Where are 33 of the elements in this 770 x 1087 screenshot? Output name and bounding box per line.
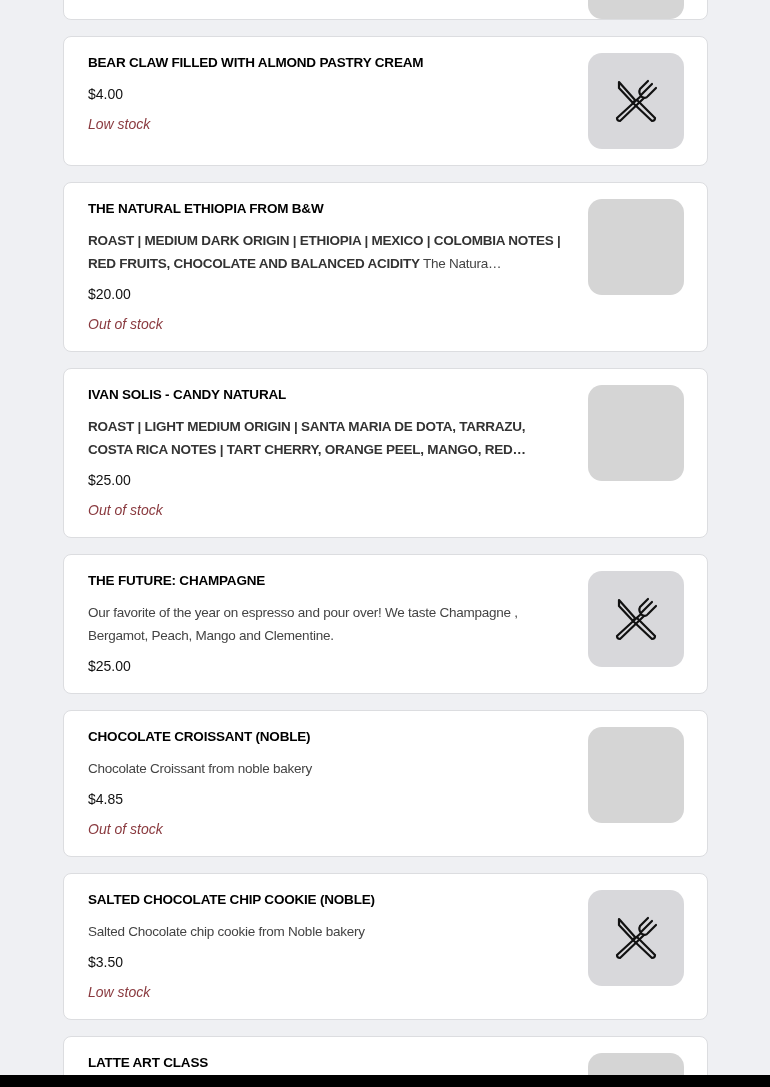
item-card[interactable]: LATTE ART CLASS — [63, 1036, 708, 1075]
fork-knife-icon — [614, 916, 658, 960]
item-price: $4.00 — [88, 85, 125, 104]
item-card[interactable]: IVAN SOLIS - CANDY NATURAL ROAST | LIGHT MEDIUM ORIGIN | SANTA MARIA DE DOTA, TARRAZU, COSTA RICA NOTES | TART CHERRY, ORANGE PEEL, MANGO, RED… $25.00 Out of stock — [63, 368, 708, 538]
item-description: Salted Chocolate chip cookie from Noble bakery — [88, 923, 366, 941]
item-price: $25.00 — [88, 471, 132, 490]
item-description: ROAST | MEDIUM DARK ORIGIN | ETHIOPIA | MEXICO | COLOMBIA NOTES | RED FRUITS, CHOCOLATE AND BALANCED ACIDITY The Natura… — [88, 232, 562, 273]
stock-status: Out of stock — [88, 820, 164, 839]
item-title: BEAR CLAW FILLED WITH ALMOND PASTRY CREAM — [88, 54, 425, 72]
item-description: Our favorite of the year on espresso and pour over! We taste Champagne , Bergamot, Peach, Mango and Clementine. — [88, 604, 519, 645]
item-price: $25.00 — [88, 657, 132, 676]
item-price: $20.00 — [88, 285, 132, 304]
item-description: ROAST | LIGHT MEDIUM ORIGIN | SANTA MARIA DE DOTA, TARRAZU, COSTA RICA NOTES | TART CHERRY, ORANGE PEEL, MANGO, RED… — [88, 418, 527, 459]
item-title: THE FUTURE: CHAMPAGNE — [88, 572, 267, 590]
item-title: CHOCOLATE CROISSANT (NOBLE) — [88, 728, 312, 746]
fork-knife-icon — [614, 597, 658, 641]
item-title: THE NATURAL ETHIOPIA FROM B&W — [88, 200, 325, 218]
item-title: SALTED CHOCOLATE CHIP COOKIE (NOBLE) — [88, 891, 376, 909]
item-card[interactable]: BEAR CLAW FILLED WITH ALMOND PASTRY CREAM $4.00 Low stock — [63, 36, 708, 166]
stock-status: Out of stock — [88, 315, 164, 334]
stock-status: Out of stock — [88, 501, 164, 520]
item-card[interactable]: THE FUTURE: CHAMPAGNE Our favorite of the year on espresso and pour over! We taste Champagne , Bergamot, Peach, Mango and Clementine. $25.00 — [63, 554, 708, 694]
item-title: LATTE ART CLASS — [88, 1054, 209, 1072]
stock-status: Low stock — [88, 115, 152, 134]
item-card[interactable]: CHOCOLATE CROISSANT (NOBLE) Chocolate Croissant from noble bakery $4.85 Out of stock — [63, 710, 708, 857]
item-price: $4.85 — [88, 790, 125, 809]
item-description: Chocolate Croissant from noble bakery — [88, 760, 314, 778]
item-title: IVAN SOLIS - CANDY NATURAL — [88, 386, 288, 404]
item-card[interactable]: SALTED CHOCOLATE CHIP COOKIE (NOBLE) Salted Chocolate chip cookie from Noble bakery $3.50 Low stock — [63, 873, 708, 1020]
item-price: $3.50 — [88, 953, 125, 972]
fork-knife-icon — [614, 79, 658, 123]
item-card[interactable]: THE NATURAL ETHIOPIA FROM B&W ROAST | MEDIUM DARK ORIGIN | ETHIOPIA | MEXICO | COLOMBIA NOTES | RED FRUITS, CHOCOLATE AND BALANCED ACIDITY The Natura… $20.00 Out of stock — [63, 182, 708, 352]
stock-status: Low stock — [88, 983, 152, 1002]
